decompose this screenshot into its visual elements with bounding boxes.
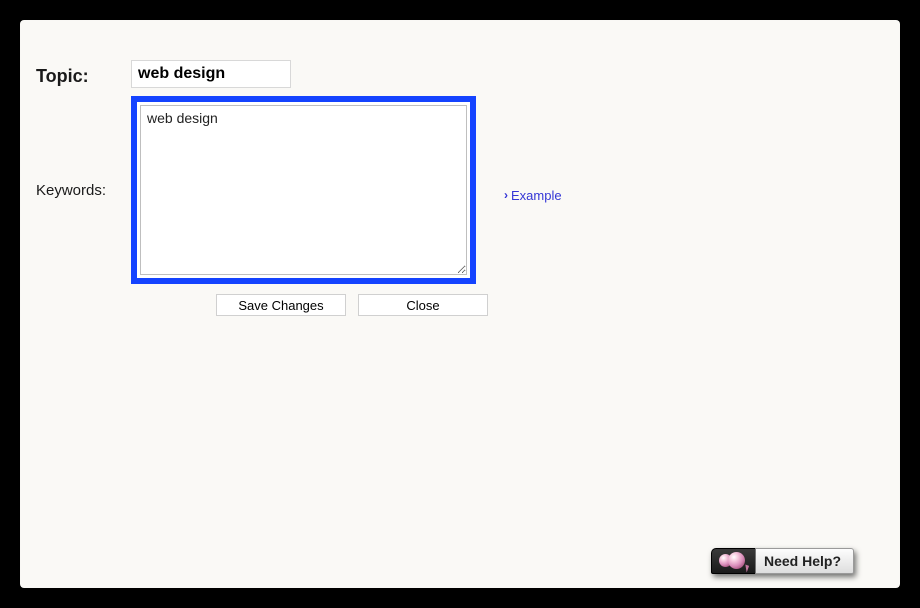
keywords-row: Keywords: › Example — [36, 96, 884, 284]
viewport: Topic: Keywords: › Example Save Changes … — [0, 0, 920, 608]
keywords-label: Keywords: — [36, 182, 131, 199]
keywords-textarea[interactable] — [140, 105, 467, 275]
chevron-right-icon: › — [504, 189, 508, 201]
topic-input[interactable] — [131, 60, 291, 88]
topic-label: Topic: — [36, 60, 131, 87]
save-changes-button[interactable]: Save Changes — [216, 294, 346, 316]
example-link-label: Example — [511, 188, 562, 203]
need-help-label: Need Help? — [755, 548, 854, 574]
need-help-widget[interactable]: Need Help? — [711, 548, 854, 574]
main-panel: Topic: Keywords: › Example Save Changes … — [20, 20, 900, 588]
example-link[interactable]: › Example — [504, 188, 562, 203]
need-help-icon-box — [711, 548, 755, 574]
edit-form: Topic: Keywords: › Example Save Changes … — [20, 20, 900, 332]
button-row: Save Changes Close — [216, 294, 884, 316]
topic-row: Topic: — [36, 60, 884, 88]
keywords-focus-frame — [131, 96, 476, 284]
close-button[interactable]: Close — [358, 294, 488, 316]
chat-bubbles-icon — [719, 552, 747, 570]
